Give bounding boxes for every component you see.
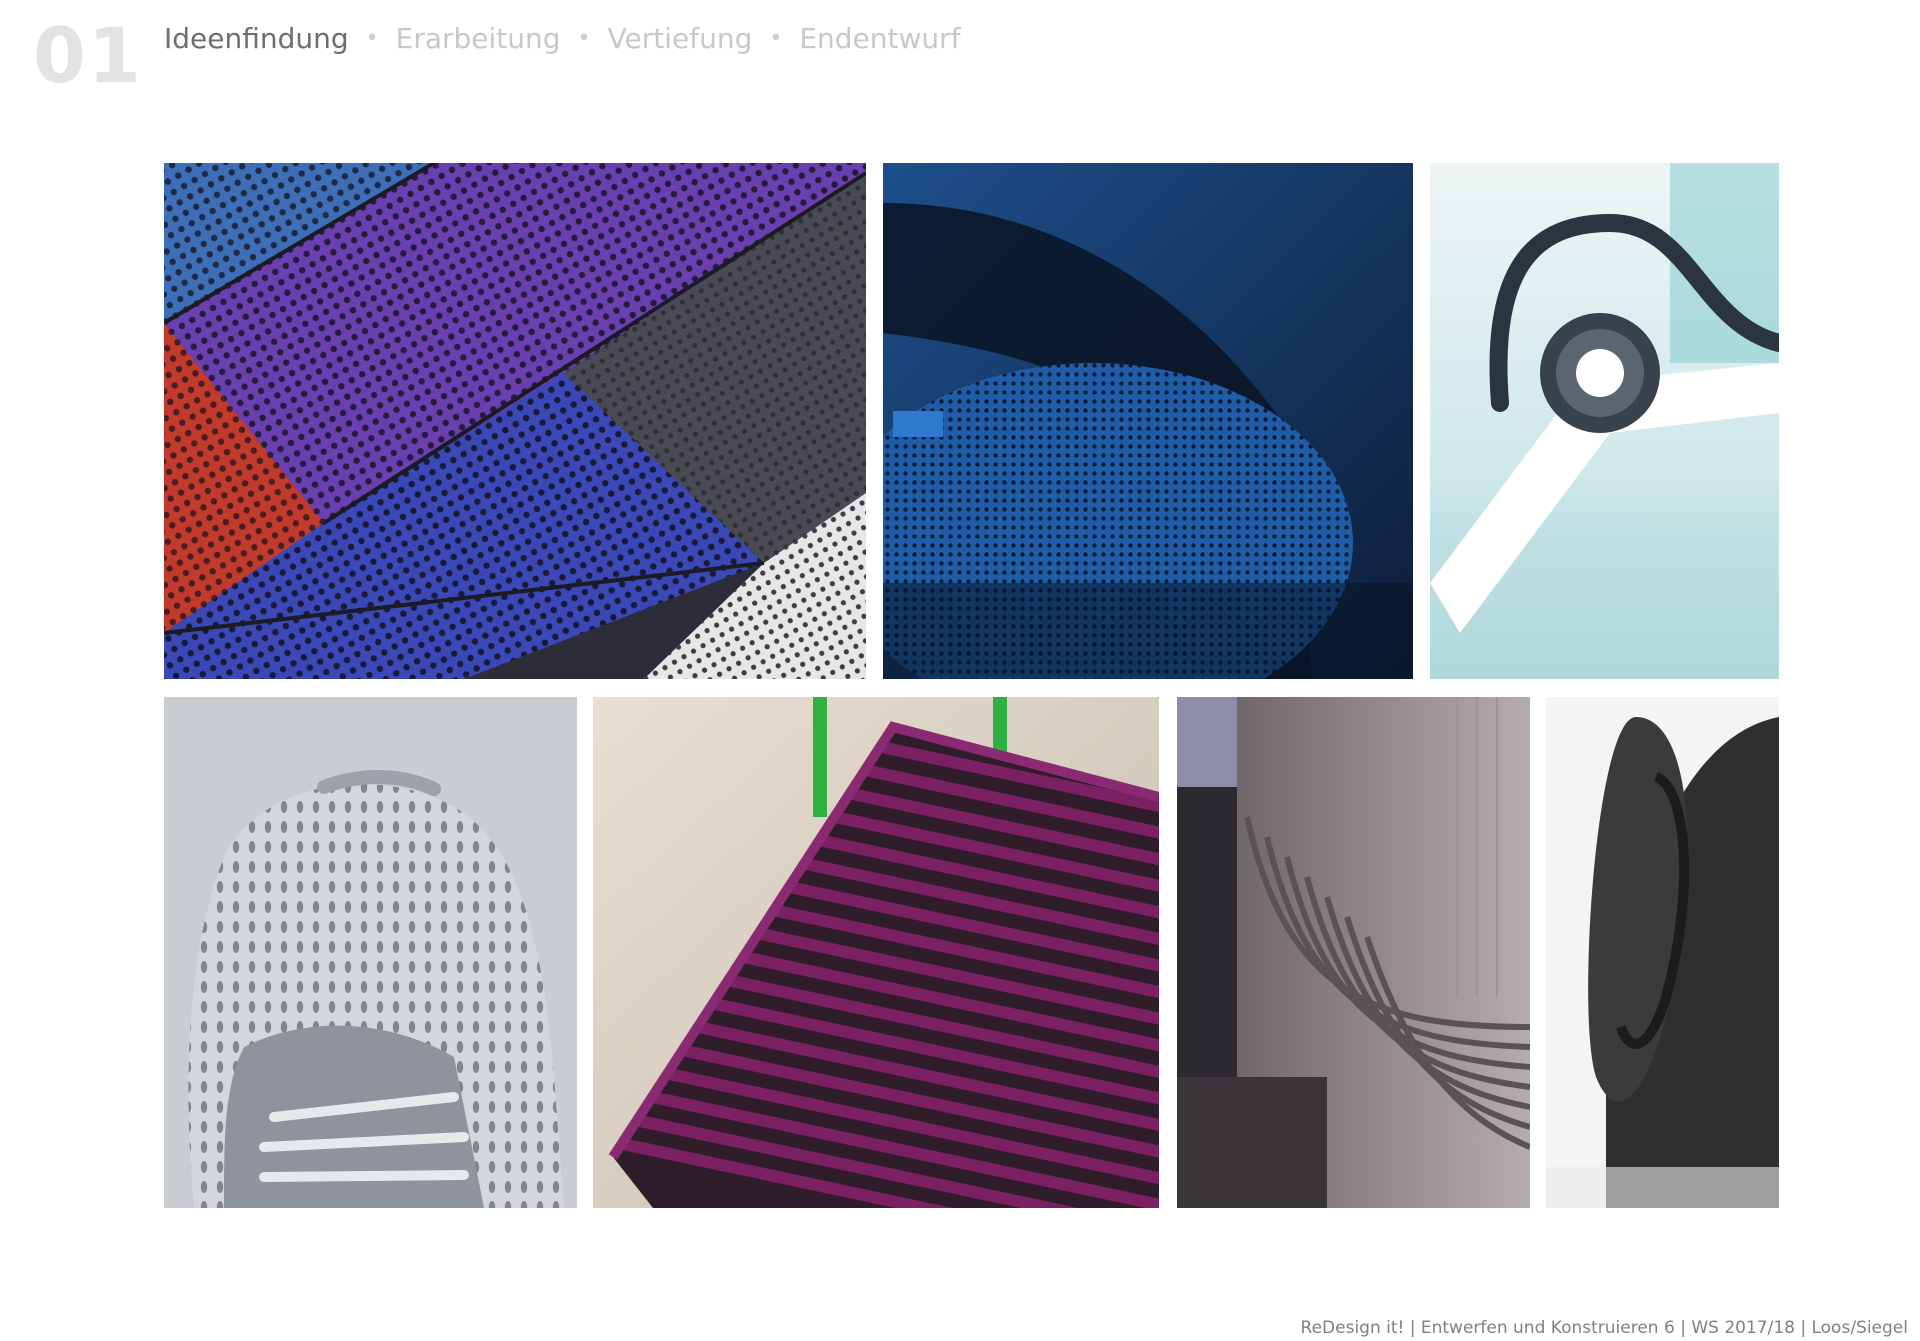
purple-bench-image [593,697,1159,1208]
step-vertiefung: Vertiefung [607,22,753,55]
dark-speaker-image [1546,697,1779,1208]
blue-speaker-image [883,163,1413,679]
process-steps: Ideenfindung • Erarbeitung • Vertiefung … [164,25,961,53]
step-separator: • [769,26,783,51]
step-ideenfindung: Ideenfindung [164,22,349,55]
headphone-hinge-image [1430,163,1779,679]
page-number: 01 [33,11,143,100]
step-separator: • [365,26,379,51]
speaker-panels-image [164,163,866,679]
step-erarbeitung: Erarbeitung [395,22,561,55]
step-endentwurf: Endentwurf [799,22,961,55]
facade-image [1177,697,1530,1208]
footer-credits: ReDesign it! | Entwerfen und Konstruiere… [1300,1318,1908,1338]
step-separator: • [577,26,591,51]
sneaker-image [164,697,577,1208]
